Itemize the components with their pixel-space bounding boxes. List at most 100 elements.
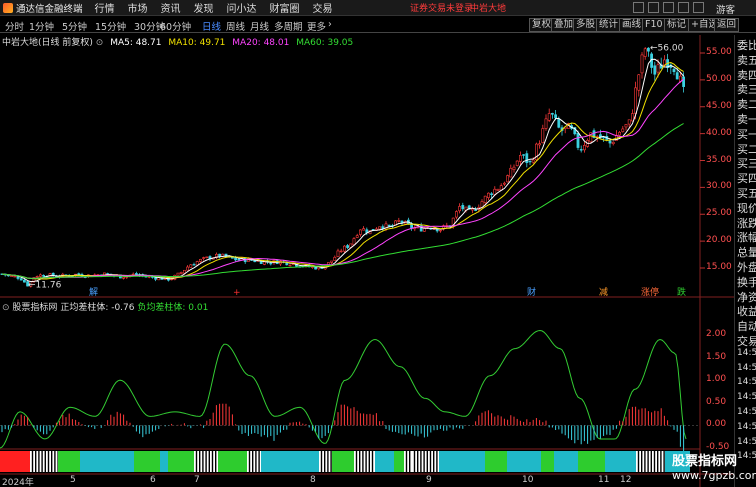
candle: [333, 256, 337, 261]
tool-draw[interactable]: 画线: [619, 18, 645, 32]
strip-block: [134, 451, 160, 472]
period-multi[interactable]: 多周期: [274, 19, 303, 33]
tool-stats[interactable]: 统计: [596, 18, 622, 32]
strip-bar: [46, 451, 48, 472]
menu-discover[interactable]: 发现: [194, 0, 214, 15]
tool-multistock[interactable]: 多股: [573, 18, 599, 32]
kline-chart[interactable]: ←56.00 ←11.76 解 + 财 减 涨停 跌: [0, 35, 734, 487]
candle: [16, 276, 20, 279]
price-axis-label: 20.00: [706, 235, 732, 246]
ma5-line: [1, 58, 684, 283]
stock-name-link[interactable]: 中岩大地: [470, 1, 506, 14]
help-icon[interactable]: [693, 2, 704, 13]
strip-block: [332, 451, 354, 472]
candle: [518, 155, 522, 162]
candle: [538, 143, 542, 146]
period-monthly[interactable]: 月线: [250, 19, 269, 33]
side-panel-item[interactable]: 买五: [737, 185, 756, 201]
candle: [192, 264, 196, 266]
menu-markets[interactable]: 市场: [128, 0, 148, 15]
strip-bar: [203, 451, 206, 472]
strip-bar: [642, 451, 645, 472]
layout-icon[interactable]: [663, 2, 674, 13]
strip-bar: [253, 451, 256, 472]
side-panel-item[interactable]: 14:50: [737, 392, 756, 402]
low-price-label: ←11.76: [28, 280, 62, 290]
strip-bar: [213, 451, 215, 472]
side-panel-item[interactable]: 卖五: [737, 52, 756, 68]
side-panel-item[interactable]: 总量: [737, 244, 756, 260]
strip-bar: [357, 451, 359, 472]
menu-wealth[interactable]: 财富圈: [270, 0, 300, 15]
candle: [397, 220, 401, 222]
candle: [506, 175, 510, 183]
side-panel-item[interactable]: 14:50: [737, 348, 756, 358]
candle: [387, 224, 391, 227]
strip-bar: [421, 451, 424, 472]
side-panel-item[interactable]: 涨跌: [737, 215, 756, 231]
menu-market[interactable]: 行情: [95, 0, 115, 15]
date-axis-label: 9: [426, 475, 432, 485]
side-panel-item[interactable]: 买二: [737, 141, 756, 157]
period-timeshare[interactable]: 分时: [5, 19, 24, 33]
chevron-right-icon[interactable]: ›: [328, 19, 332, 30]
side-panel-item[interactable]: 14:50: [737, 377, 756, 387]
period-daily[interactable]: 日线: [202, 19, 221, 33]
period-15min[interactable]: 15分钟: [95, 19, 126, 33]
watermark-title: 股票指标网: [672, 454, 738, 469]
strip-bar: [655, 451, 657, 472]
date-axis-label: 8: [310, 475, 316, 485]
candle: [509, 167, 513, 178]
guest-label[interactable]: 游客: [716, 2, 735, 16]
strip-bar: [661, 451, 664, 472]
candle: [486, 192, 490, 198]
side-panel-item[interactable]: 外盘: [737, 259, 756, 275]
strip-block: [98, 451, 120, 472]
side-panel-item[interactable]: 买四: [737, 170, 756, 186]
side-panel-item[interactable]: 自动: [737, 318, 756, 334]
event-marker: +: [233, 288, 241, 298]
period-more[interactable]: 更多: [307, 19, 326, 33]
window-icon[interactable]: [633, 2, 644, 13]
login-notice[interactable]: 证券交易未登录: [410, 1, 473, 14]
menu-trade[interactable]: 交易: [313, 0, 333, 15]
side-panel-item[interactable]: 卖三: [737, 81, 756, 97]
candle: [557, 118, 561, 128]
period-5min[interactable]: 5分钟: [62, 19, 87, 33]
tool-mark[interactable]: 标记: [664, 18, 690, 32]
strip-block: [375, 451, 394, 472]
candle: [288, 264, 292, 267]
side-panel-item[interactable]: 委比: [737, 37, 756, 53]
restore-icon[interactable]: [648, 2, 659, 13]
side-panel-item[interactable]: 涨幅: [737, 229, 756, 245]
tool-f10[interactable]: F10: [642, 18, 666, 32]
side-panel-item[interactable]: 买三: [737, 155, 756, 171]
strip-block: [439, 451, 466, 472]
candle: [42, 274, 46, 277]
period-60min[interactable]: 60分钟: [160, 19, 191, 33]
candle: [461, 205, 465, 210]
menu-news[interactable]: 资讯: [161, 0, 181, 15]
side-panel-item[interactable]: 买一: [737, 126, 756, 142]
strip-bar: [407, 451, 409, 472]
strip-bar: [354, 451, 356, 472]
side-panel-item[interactable]: 净资: [737, 289, 756, 305]
side-panel-item[interactable]: 交易: [737, 333, 756, 349]
side-panel-item[interactable]: 卖二: [737, 96, 756, 112]
side-panel-item[interactable]: 14:50: [737, 422, 756, 432]
side-panel-item[interactable]: 现价: [737, 200, 756, 216]
tool-back[interactable]: 返回: [714, 18, 740, 32]
side-panel-item[interactable]: 卖四: [737, 67, 756, 83]
side-panel-item[interactable]: 卖一: [737, 111, 756, 127]
side-panel-item[interactable]: 14:50: [737, 437, 756, 447]
candle: [522, 154, 526, 156]
strip-bar: [366, 451, 369, 472]
period-1min[interactable]: 1分钟: [29, 19, 54, 33]
period-weekly[interactable]: 周线: [226, 19, 245, 33]
side-panel-item[interactable]: 收益: [737, 303, 756, 319]
settings-icon[interactable]: [678, 2, 689, 13]
menu-ask[interactable]: 问小达: [227, 0, 257, 15]
side-panel-item[interactable]: 换手: [737, 274, 756, 290]
side-panel-item[interactable]: 14:50: [737, 363, 756, 373]
side-panel-item[interactable]: 14:50: [737, 407, 756, 417]
